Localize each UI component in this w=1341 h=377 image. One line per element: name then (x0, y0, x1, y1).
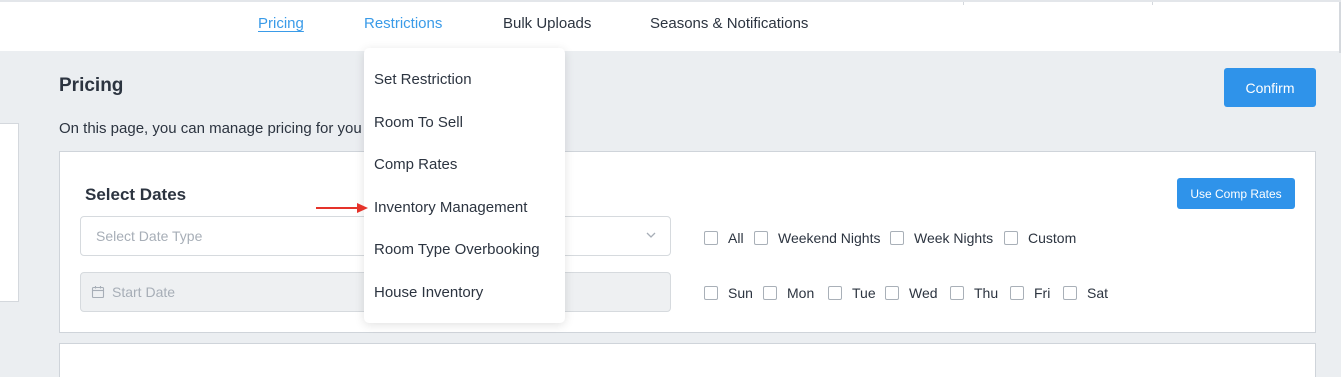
checkbox-label: Sun (728, 285, 753, 301)
chevron-down-icon (646, 232, 656, 238)
date-type-placeholder: Select Date Type (96, 228, 203, 244)
nav-divider (1152, 2, 1153, 5)
checkbox-label: Sat (1087, 285, 1109, 301)
night-option-all[interactable]: All (704, 230, 744, 246)
menu-item-comp-rates[interactable]: Comp Rates (374, 156, 457, 173)
tab-pricing[interactable]: Pricing (258, 15, 304, 32)
calendar-icon (91, 286, 105, 299)
day-option-thu[interactable]: Thu (950, 285, 998, 301)
checkbox[interactable] (1063, 286, 1077, 300)
page-title: Pricing (59, 75, 124, 96)
tab-bulk-uploads[interactable]: Bulk Uploads (503, 15, 591, 32)
checkbox[interactable] (763, 286, 777, 300)
top-nav-bar: Pricing Restrictions Bulk Uploads Season… (0, 0, 1341, 53)
tab-restrictions[interactable]: Restrictions (364, 15, 442, 32)
nav-divider (963, 2, 964, 5)
next-section-card (59, 343, 1316, 377)
use-comp-rates-button[interactable]: Use Comp Rates (1177, 178, 1295, 209)
checkbox-label: Mon (787, 285, 815, 301)
menu-item-room-to-sell[interactable]: Room To Sell (374, 114, 463, 131)
menu-item-inventory-management[interactable]: Inventory Management (374, 199, 527, 216)
day-option-wed[interactable]: Wed (885, 285, 938, 301)
checkbox[interactable] (828, 286, 842, 300)
checkbox[interactable] (704, 286, 718, 300)
confirm-button[interactable]: Confirm (1224, 68, 1316, 107)
checkbox[interactable] (754, 231, 768, 245)
checkbox-label: Fri (1034, 285, 1051, 301)
day-option-fri[interactable]: Fri (1010, 285, 1050, 301)
checkbox[interactable] (704, 231, 718, 245)
red-arrow-icon (316, 203, 368, 213)
day-option-sat[interactable]: Sat (1063, 285, 1108, 301)
checkbox-label: Custom (1028, 230, 1077, 246)
left-panel-edge (0, 123, 19, 302)
night-option-week-nights[interactable]: Week Nights (890, 230, 993, 246)
select-dates-title: Select Dates (85, 185, 187, 204)
day-option-mon[interactable]: Mon (763, 285, 814, 301)
menu-item-set-restriction[interactable]: Set Restriction (374, 71, 472, 88)
checkbox[interactable] (1010, 286, 1024, 300)
select-dates-card: Select Dates Use Comp Rates Select Date … (59, 151, 1316, 333)
checkbox-label: Wed (909, 285, 938, 301)
checkbox[interactable] (885, 286, 899, 300)
start-date-placeholder: Start Date (112, 284, 176, 300)
day-option-sun[interactable]: Sun (704, 285, 753, 301)
night-option-weekend-nights[interactable]: Weekend Nights (754, 230, 880, 246)
checkbox-label: Week Nights (914, 230, 994, 246)
tab-seasons-notifications[interactable]: Seasons & Notifications (650, 15, 808, 32)
checkbox[interactable] (890, 231, 904, 245)
day-option-tue[interactable]: Tue (828, 285, 876, 301)
night-option-custom[interactable]: Custom (1004, 230, 1076, 246)
checkbox-label: All (728, 230, 744, 246)
menu-item-room-type-overbooking[interactable]: Room Type Overbooking (374, 241, 540, 258)
checkbox-label: Tue (852, 285, 876, 301)
checkbox-label: Weekend Nights (778, 230, 881, 246)
checkbox[interactable] (950, 286, 964, 300)
checkbox-label: Thu (974, 285, 999, 301)
menu-item-house-inventory[interactable]: House Inventory (374, 284, 483, 301)
restrictions-dropdown-menu: Set Restriction Room To Sell Comp Rates … (364, 48, 565, 323)
checkbox[interactable] (1004, 231, 1018, 245)
page-description: On this page, you can manage pricing for… (59, 120, 362, 137)
